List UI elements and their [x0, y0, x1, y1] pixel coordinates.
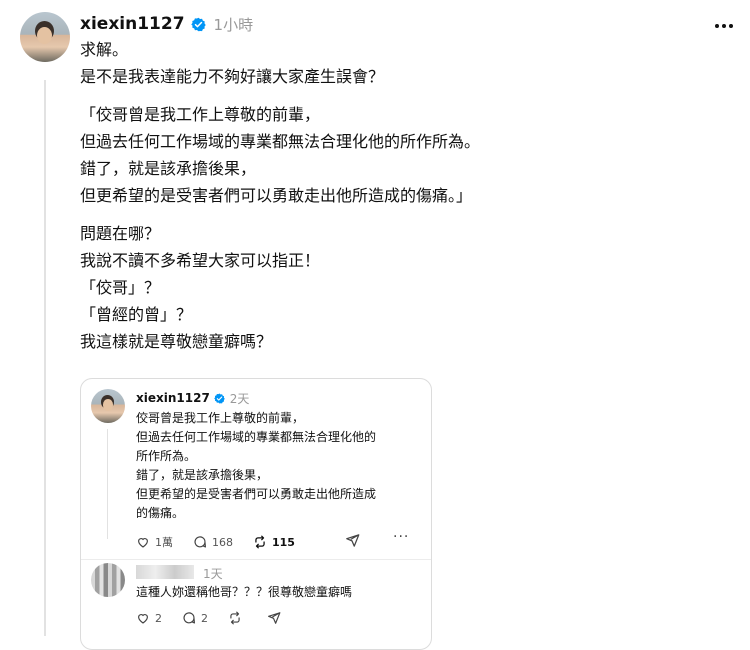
more-options-icon[interactable] — [712, 14, 736, 38]
thread-line — [44, 80, 46, 636]
quoted-timestamp: 2天 — [229, 391, 250, 406]
quoted-post-screenshot[interactable]: xiexin1127 2天 佼哥曾是我工作上尊敬的前輩， 但過去任何工作場域的專… — [80, 378, 432, 650]
post-timestamp[interactable]: 1小時 — [214, 14, 254, 35]
quoted-thread-line — [107, 429, 108, 539]
heart-icon — [138, 614, 148, 624]
repost-icon — [230, 611, 240, 625]
post-line: 是不是我表達能力不夠好讓大家產生誤會？ — [80, 67, 385, 86]
reply-like-count: 2 — [155, 611, 162, 625]
reply-share-action — [267, 611, 286, 625]
post-line: 「佼哥曾是我工作上尊敬的前輩， — [80, 105, 321, 124]
quoted-line: 的傷痛。 — [136, 506, 185, 520]
more-options-icon: ··· — [393, 529, 410, 545]
quoted-author-avatar — [91, 389, 125, 423]
reply-like-action: 2 — [136, 611, 162, 625]
comment-icon — [183, 612, 196, 624]
quoted-line: 所作所為。 — [136, 449, 197, 463]
post-body: 求解。 是不是我表達能力不夠好讓大家產生誤會？ 「佼哥曾是我工作上尊敬的前輩， … — [80, 36, 720, 355]
verified-badge-icon — [214, 393, 225, 403]
like-action: 1萬 — [136, 534, 173, 550]
author-username[interactable]: xiexin1127 — [80, 14, 185, 34]
reply-comment-count: 2 — [201, 611, 208, 625]
share-icon — [268, 612, 281, 624]
reply-timestamp: 1天 — [203, 567, 223, 581]
share-icon — [346, 534, 360, 547]
repost-action: 115 — [253, 535, 295, 549]
post-line: 「佼哥」？ — [80, 278, 161, 297]
pixelated-username — [136, 565, 194, 579]
like-count: 1萬 — [155, 536, 173, 549]
post-line: 「曾經的曾」？ — [80, 305, 193, 324]
quoted-post-body: 佼哥曾是我工作上尊敬的前輩， 但過去任何工作場域的專業都無法合理化他的 所作所為… — [136, 409, 421, 523]
heart-icon — [138, 538, 148, 548]
post-line: 但更希望的是受害者們可以勇敢走出他所造成的傷痛。」 — [80, 186, 473, 205]
quoted-line: 但過去任何工作場域的專業都無法合理化他的 — [136, 430, 377, 444]
post-line: 求解。 — [80, 40, 129, 59]
reply-repost-action — [228, 611, 247, 625]
post-line: 錯了，就是該承擔後果， — [80, 159, 257, 178]
quoted-action-bar: 1萬 168 115 — [136, 533, 315, 551]
quoted-line: 但更希望的是受害者們可以勇敢走出他所造成 — [136, 487, 377, 501]
post-line: 但過去任何工作場域的專業都無法合理化他的所作所為。 — [80, 132, 481, 151]
reply-text: 這種人妳還稱他哥？？？很尊敬戀童癖嗎 — [136, 585, 353, 599]
quoted-line: 錯了，就是該承擔後果， — [136, 468, 269, 482]
repost-count: 115 — [272, 535, 295, 549]
reply-comment-action: 2 — [182, 611, 208, 625]
post-line: 我說不讀不多希望大家可以指正！ — [80, 251, 321, 270]
verified-badge-icon — [190, 17, 206, 31]
quoted-line: 佼哥曾是我工作上尊敬的前輩， — [136, 411, 305, 425]
repost-icon — [255, 535, 265, 549]
pixelated-avatar — [91, 563, 125, 597]
author-avatar[interactable] — [20, 12, 70, 62]
comment-action: 168 — [193, 535, 233, 549]
quoted-post-header: xiexin1127 2天 — [136, 388, 249, 408]
quoted-username: xiexin1127 — [136, 391, 210, 405]
divider — [81, 559, 431, 560]
comment-count: 168 — [212, 535, 233, 549]
comment-icon — [194, 536, 207, 548]
post-header: xiexin1127 1小時 — [80, 12, 253, 36]
reply-action-bar: 2 2 — [136, 609, 306, 627]
post-line: 問題在哪？ — [80, 224, 161, 243]
post-line: 我這樣就是尊敬戀童癖嗎？ — [80, 332, 273, 351]
